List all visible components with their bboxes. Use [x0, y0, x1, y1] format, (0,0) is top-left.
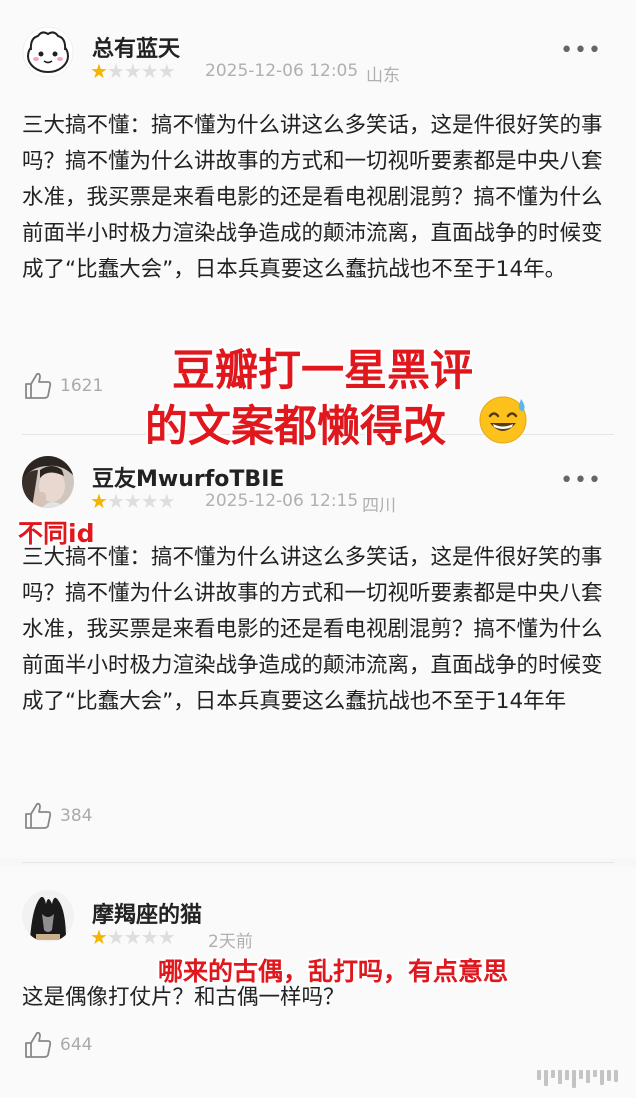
review-content: 三大搞不懂：搞不懂为什么讲这么多笑话，这是件很好笑的事吗？搞不懂为什么讲故事的方…	[22, 545, 603, 714]
review-content: 三大搞不懂：搞不懂为什么讲这么多笑话，这是件很好笑的事吗？搞不懂为什么讲故事的方…	[22, 113, 603, 282]
headline-annotation-line1: 豆瓣打一星黑评	[172, 346, 473, 396]
more-dots-icon[interactable]: •••	[560, 38, 602, 63]
more-dots-icon[interactable]: •••	[560, 468, 602, 493]
like-button[interactable]: 384	[22, 800, 92, 832]
thumbs-up-icon	[25, 1031, 52, 1058]
avatar[interactable]	[22, 890, 74, 942]
review-date: 2025-12-06 12:05	[205, 61, 359, 81]
avatar[interactable]	[22, 456, 74, 508]
review-card-2: 豆友MwurfoTBIE ★★★★★ 2025-12-06 12:15 四川 •…	[0, 438, 636, 858]
like-count: 644	[60, 1035, 93, 1055]
star-icon: ★★★★	[106, 489, 176, 513]
star-icon: ★★★★	[106, 59, 176, 83]
review-date: 2025-12-06 12:15	[205, 491, 359, 511]
comment-annotation: 哪来的古偶，乱打吗，有点意思	[158, 957, 509, 986]
watermark	[537, 1070, 618, 1088]
different-id-annotation: 不同id	[18, 519, 95, 548]
review-date: 2天前	[208, 932, 253, 952]
sweat-smile-emoji	[477, 393, 529, 449]
avatar[interactable]	[22, 26, 74, 78]
divider	[22, 862, 614, 863]
star-icon: ★	[90, 59, 108, 83]
star-icon: ★	[90, 489, 108, 513]
like-button[interactable]: 1621	[22, 370, 103, 402]
star-rating: ★★★★★	[90, 925, 176, 949]
star-rating: ★★★★★	[90, 59, 176, 83]
star-icon: ★	[90, 925, 108, 949]
review-location: 四川	[362, 496, 396, 516]
like-button[interactable]: 644	[22, 1029, 92, 1061]
like-count: 384	[60, 806, 93, 826]
review-location: 山东	[366, 66, 400, 86]
star-rating: ★★★★★	[90, 489, 176, 513]
headline-annotation-line2: 的文案都懒得改	[145, 402, 446, 452]
thumbs-up-icon	[25, 372, 52, 399]
like-count: 1621	[60, 376, 104, 396]
star-icon: ★★★★	[106, 925, 176, 949]
thumbs-up-icon	[25, 802, 52, 829]
